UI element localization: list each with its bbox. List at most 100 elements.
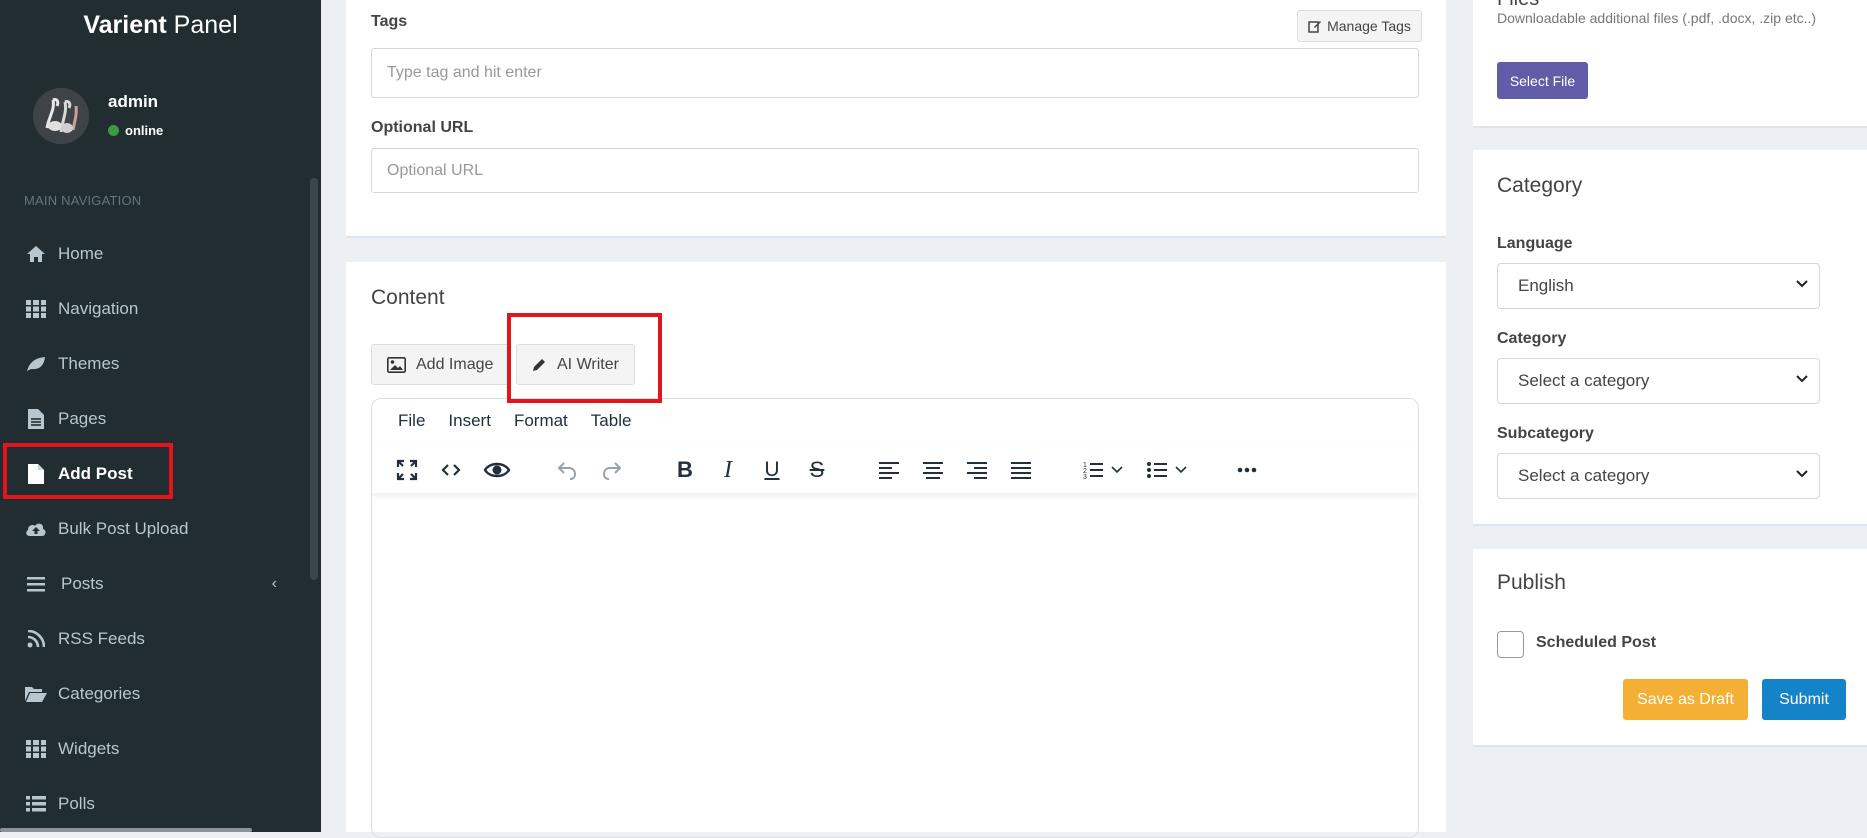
grid-icon	[25, 738, 47, 760]
redo-icon[interactable]	[597, 455, 627, 485]
sidebar-item-categories[interactable]: Categories	[0, 666, 312, 721]
category-card-title: Category	[1497, 174, 1583, 197]
manage-tags-button[interactable]: Manage Tags	[1297, 10, 1422, 42]
numbered-list-icon[interactable]: 123	[1078, 455, 1108, 485]
rss-icon	[25, 628, 47, 650]
folder-open-icon	[25, 683, 47, 705]
align-left-icon[interactable]	[874, 455, 904, 485]
subcategory-select[interactable]: Select a category	[1497, 453, 1820, 499]
sidebar: Varient Panel admin online MAIN NAVIGATI…	[0, 0, 321, 832]
rich-text-editor[interactable]: File Insert Format Table B I U S 1 2 3	[371, 398, 1419, 838]
sidebar-item-label: Polls	[58, 793, 95, 813]
chevron-down-icon[interactable]	[1107, 455, 1127, 485]
ai-writer-button[interactable]: AI Writer	[516, 344, 635, 385]
menu-table[interactable]: Table	[591, 411, 632, 431]
more-options-icon[interactable]	[1232, 455, 1262, 485]
sidebar-item-add-post[interactable]: Add Post	[0, 446, 312, 501]
category-label: Category	[1497, 330, 1567, 347]
category-value: Select a category	[1518, 371, 1650, 390]
menu-format[interactable]: Format	[514, 411, 568, 431]
user-status-text: online	[125, 123, 164, 138]
align-right-icon[interactable]	[962, 455, 992, 485]
optional-url-input[interactable]: Optional URL	[371, 148, 1419, 193]
sidebar-item-label: Add Post	[58, 463, 133, 483]
sidebar-item-label: Posts	[61, 573, 104, 593]
list-icon	[25, 793, 47, 815]
pencil-icon	[533, 359, 545, 371]
sidebar-item-polls[interactable]: Polls	[0, 776, 312, 831]
category-card: Category Language English Category Selec…	[1473, 150, 1867, 526]
menu-insert[interactable]: Insert	[448, 411, 491, 431]
sidebar-item-label: Themes	[58, 353, 120, 373]
publish-card-title: Publish	[1497, 571, 1566, 594]
sidebar-item-bulk-post-upload[interactable]: Bulk Post Upload	[0, 501, 312, 556]
optional-url-label: Optional URL	[371, 119, 474, 136]
sidebar-item-pages[interactable]: Pages	[0, 391, 312, 446]
leaf-icon	[25, 353, 47, 375]
bullet-list-icon[interactable]	[1142, 455, 1172, 485]
sidebar-item-label: Categories	[58, 683, 141, 703]
brand-light: Panel	[166, 11, 238, 39]
sidebar-item-label: Pages	[58, 408, 107, 428]
editor-menubar: File Insert Format Table	[398, 411, 654, 431]
brand-bold: Varient	[83, 11, 167, 39]
sidebar-item-label: Navigation	[58, 298, 139, 318]
fullscreen-icon[interactable]	[392, 455, 422, 485]
preview-eye-icon[interactable]	[480, 455, 514, 485]
undo-icon[interactable]	[552, 455, 582, 485]
edit-icon	[1308, 21, 1322, 33]
tags-label: Tags	[371, 13, 408, 30]
sidebar-item-widgets[interactable]: Widgets	[0, 721, 312, 776]
strikethrough-icon[interactable]: S	[802, 455, 832, 485]
content-title: Content	[371, 286, 445, 309]
nav-header: MAIN NAVIGATION	[24, 193, 142, 208]
chevron-down-icon	[1796, 375, 1808, 383]
online-status-icon	[108, 125, 119, 136]
align-center-icon[interactable]	[918, 455, 948, 485]
chevron-left-icon[interactable]: ‹	[272, 575, 277, 593]
add-image-button[interactable]: Add Image	[371, 344, 510, 385]
sidebar-item-label: Home	[58, 243, 104, 263]
files-note: Downloadable additional files (.pdf, .do…	[1497, 10, 1817, 26]
content-card: Content Add Image AI Writer File Insert …	[346, 262, 1446, 838]
menu-file[interactable]: File	[398, 411, 425, 431]
save-as-draft-button[interactable]: Save as Draft	[1623, 679, 1748, 720]
sidebar-horizontal-scrollbar[interactable]	[0, 828, 252, 832]
source-code-icon[interactable]	[436, 455, 466, 485]
language-label: Language	[1497, 235, 1573, 252]
ai-writer-label: AI Writer	[557, 355, 619, 373]
post-details-card: Tags Type tag and hit enter Optional URL…	[346, 0, 1446, 238]
sidebar-item-posts[interactable]: Posts ‹	[0, 556, 312, 611]
sidebar-item-home[interactable]: Home	[0, 226, 312, 281]
subcategory-label: Subcategory	[1497, 425, 1594, 442]
italic-icon[interactable]: I	[713, 455, 743, 485]
sidebar-item-navigation[interactable]: Navigation	[0, 281, 312, 336]
category-select[interactable]: Select a category	[1497, 358, 1820, 404]
brand-logo[interactable]: Varient Panel	[0, 0, 321, 50]
tags-input[interactable]: Type tag and hit enter	[371, 48, 1419, 98]
subcategory-value: Select a category	[1518, 466, 1650, 485]
language-select[interactable]: English	[1497, 263, 1820, 309]
user-status: online	[108, 123, 163, 138]
scheduled-post-label[interactable]: Scheduled Post	[1536, 634, 1656, 652]
submit-button[interactable]: Submit	[1762, 679, 1846, 720]
grid-icon	[25, 298, 47, 320]
sidebar-item-rss-feeds[interactable]: RSS Feeds	[0, 611, 312, 666]
language-value: English	[1518, 276, 1574, 295]
select-file-button[interactable]: Select File	[1497, 62, 1588, 99]
avatar	[33, 88, 89, 144]
chevron-down-icon[interactable]	[1171, 455, 1191, 485]
underline-icon[interactable]: U	[757, 455, 787, 485]
chevron-down-icon	[1796, 470, 1808, 478]
justify-icon[interactable]	[1006, 455, 1036, 485]
tags-placeholder: Type tag and hit enter	[387, 64, 542, 81]
bold-icon[interactable]: B	[670, 455, 700, 485]
bars-icon	[25, 573, 47, 595]
sidebar-item-label: Widgets	[58, 738, 120, 758]
cloud-upload-icon	[25, 518, 47, 540]
scheduled-post-checkbox[interactable]	[1497, 631, 1524, 658]
sidebar-scrollbar[interactable]	[310, 178, 318, 580]
sidebar-item-themes[interactable]: Themes	[0, 336, 312, 391]
user-name: admin	[108, 92, 159, 111]
editor-toolbar: B I U S 123	[372, 447, 1418, 493]
